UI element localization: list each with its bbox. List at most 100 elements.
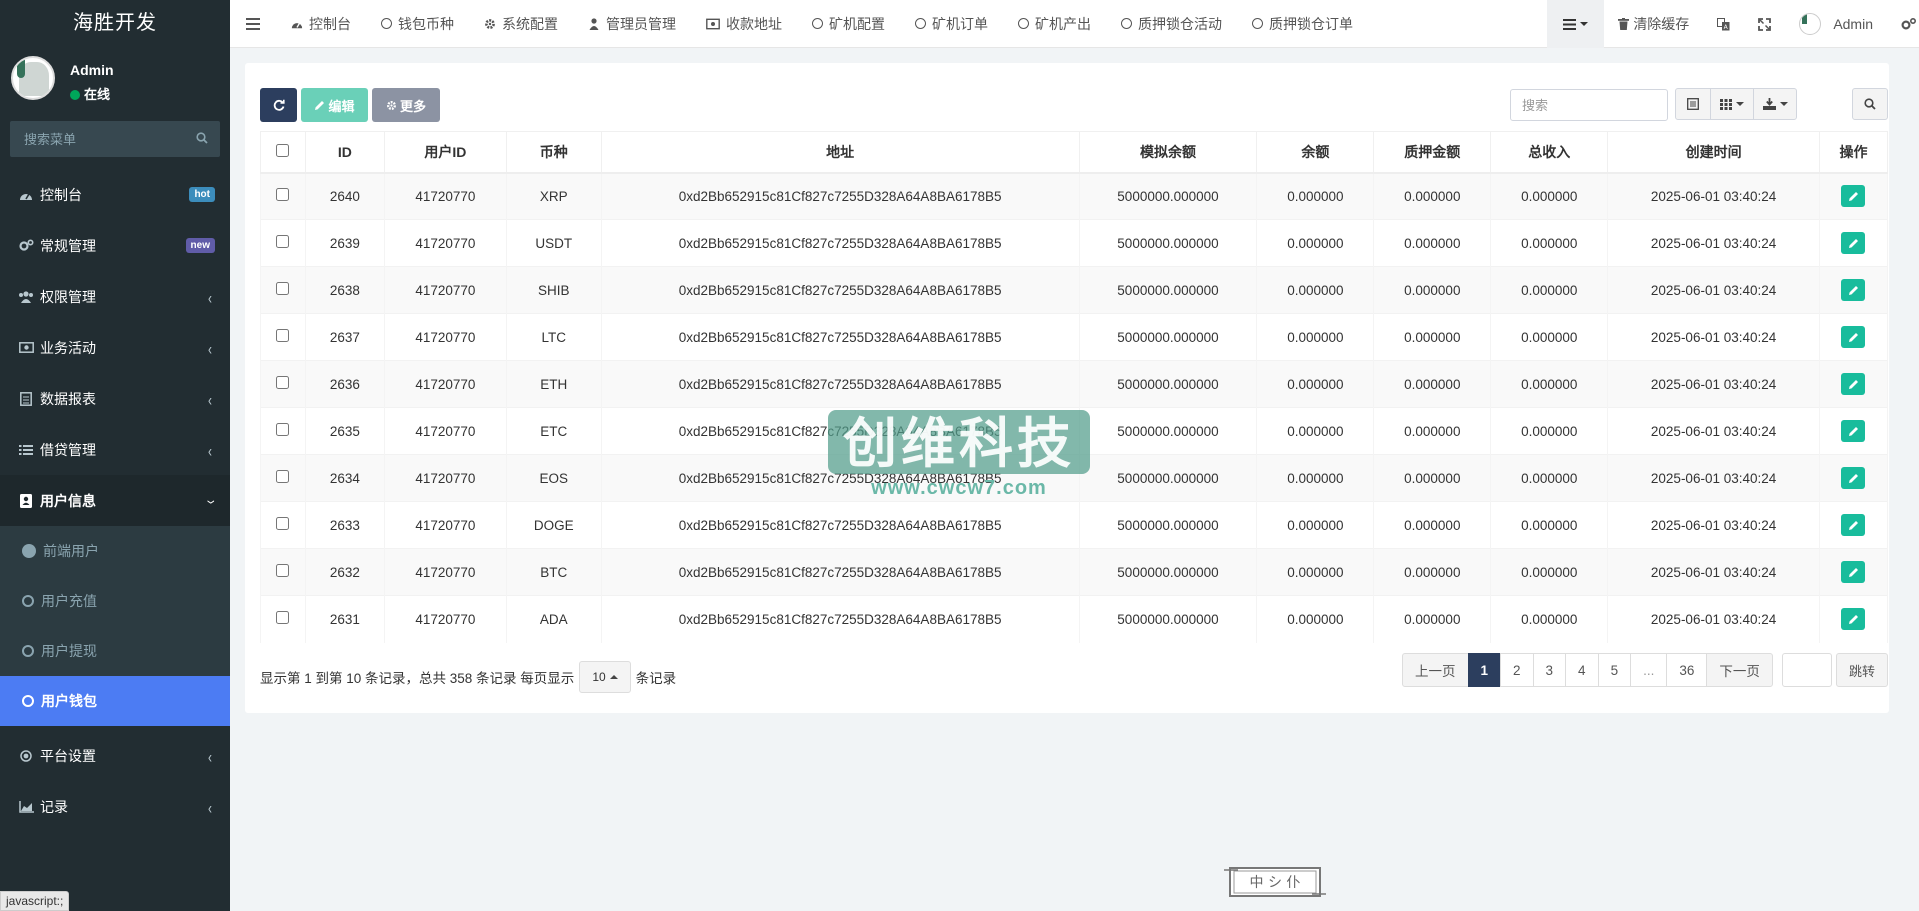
goto-page-button[interactable]: 跳转 bbox=[1836, 653, 1888, 687]
sidebar-item-user-recharge[interactable]: 用户充值 bbox=[0, 576, 230, 626]
nav-tab-miner-output[interactable]: 矿机产出 bbox=[1003, 0, 1106, 48]
row-checkbox[interactable] bbox=[276, 235, 290, 248]
row-edit-button[interactable] bbox=[1841, 420, 1866, 442]
table-row[interactable]: 2631 41720770 ADA 0xd2Bb652915c81Cf827c7255… bbox=[260, 595, 1889, 643]
nav-tab-label: 钱包币种 bbox=[398, 15, 454, 32]
row-checkbox[interactable] bbox=[276, 329, 290, 342]
page-button-3[interactable]: 3 bbox=[1532, 653, 1567, 687]
row-edit-button[interactable] bbox=[1841, 373, 1866, 395]
sidebar-item-dashboard[interactable]: 控制台 hot bbox=[0, 169, 230, 220]
table-row[interactable]: 2637 41720770 LTC 0xd2Bb652915c81Cf827c7255… bbox=[260, 313, 1889, 361]
col-header-address[interactable]: 地址 bbox=[600, 131, 1080, 174]
cell-total-income: 0.000000 bbox=[1490, 172, 1609, 220]
col-header-total-income[interactable]: 总收入 bbox=[1490, 131, 1609, 174]
table-row[interactable]: 2639 41720770 USDT 0xd2Bb652915c81Cf827c725… bbox=[260, 219, 1889, 267]
row-checkbox[interactable] bbox=[276, 564, 290, 577]
row-edit-button[interactable] bbox=[1841, 326, 1866, 348]
app-logo[interactable]: 海胜开发 bbox=[0, 0, 230, 48]
row-checkbox[interactable] bbox=[276, 611, 290, 625]
row-checkbox[interactable] bbox=[276, 423, 290, 436]
expand-icon bbox=[1758, 17, 1772, 31]
col-header-balance[interactable]: 余额 bbox=[1256, 131, 1375, 174]
refresh-button[interactable] bbox=[260, 88, 297, 122]
sidebar-item-records[interactable]: 记录 ‹ bbox=[0, 781, 230, 832]
next-page-button[interactable]: 下一页 bbox=[1706, 653, 1773, 687]
row-checkbox[interactable] bbox=[276, 188, 290, 202]
table-row[interactable]: 2638 41720770 SHIB 0xd2Bb652915c81Cf827c725… bbox=[260, 266, 1889, 314]
col-header-coin[interactable]: 币种 bbox=[505, 131, 602, 174]
table-row[interactable]: 2636 41720770 ETH 0xd2Bb652915c81Cf827c7255… bbox=[260, 360, 1889, 408]
nav-tab-dashboard[interactable]: 控制台 bbox=[276, 0, 366, 48]
sidebar-item-reports[interactable]: 数据报表 ‹ bbox=[0, 373, 230, 424]
sidebar-item-loans[interactable]: 借贷管理 ‹ bbox=[0, 424, 230, 475]
goto-page-input[interactable] bbox=[1782, 653, 1832, 687]
col-header-stake-amount[interactable]: 质押金额 bbox=[1373, 131, 1492, 174]
col-header-sim-balance[interactable]: 模拟余额 bbox=[1078, 131, 1258, 174]
settings-button[interactable] bbox=[1887, 0, 1919, 48]
sidebar-item-general[interactable]: 常规管理 new bbox=[0, 220, 230, 271]
row-edit-button[interactable] bbox=[1841, 561, 1866, 583]
page-button-1[interactable]: 1 bbox=[1467, 653, 1502, 687]
table-search-input[interactable] bbox=[1510, 89, 1668, 121]
col-header-user-id[interactable]: 用户ID bbox=[383, 131, 507, 174]
table-row[interactable]: 2633 41720770 DOGE 0xd2Bb652915c81Cf827c725… bbox=[260, 501, 1889, 549]
select-all-checkbox[interactable] bbox=[276, 143, 290, 157]
nav-tab-miner-orders[interactable]: 矿机订单 bbox=[900, 0, 1003, 48]
col-header-id[interactable]: ID bbox=[304, 131, 385, 174]
nav-tab-staking-activity[interactable]: 质押锁仓活动 bbox=[1106, 0, 1237, 48]
tabs-menu-dropdown[interactable] bbox=[1547, 0, 1605, 48]
sidebar-item-platform-settings[interactable]: 平台设置 ‹ bbox=[0, 730, 230, 781]
row-checkbox[interactable] bbox=[276, 282, 290, 295]
sidebar-item-frontend-users[interactable]: 前端用户 bbox=[0, 526, 230, 576]
cell-stake-amount: 0.000000 bbox=[1373, 407, 1492, 455]
nav-tab-miner-config[interactable]: 矿机配置 bbox=[797, 0, 900, 48]
cell-created-at: 2025-06-01 03:40:24 bbox=[1607, 454, 1820, 502]
cell-coin: ETH bbox=[505, 360, 602, 408]
columns-dropdown[interactable] bbox=[1710, 88, 1754, 120]
page-button-2[interactable]: 2 bbox=[1500, 653, 1534, 687]
toggle-view-button[interactable] bbox=[1675, 88, 1711, 120]
dashboard-icon bbox=[291, 22, 303, 28]
admin-user-menu[interactable]: Admin bbox=[1785, 0, 1887, 48]
row-edit-button[interactable] bbox=[1841, 185, 1866, 208]
nav-tab-wallet-coins[interactable]: 钱包币种 bbox=[366, 0, 469, 48]
nav-tab-payment-address[interactable]: 收款地址 bbox=[691, 0, 797, 48]
table-row[interactable]: 2632 41720770 BTC 0xd2Bb652915c81Cf827c7255… bbox=[260, 548, 1889, 596]
row-checkbox[interactable] bbox=[276, 376, 290, 389]
sidebar-search-input[interactable] bbox=[10, 121, 220, 157]
clear-cache-button[interactable]: 清除缓存 bbox=[1604, 0, 1703, 48]
sidebar-item-business[interactable]: 业务活动 ‹ bbox=[0, 322, 230, 373]
nav-tab-staking-orders[interactable]: 质押锁仓订单 bbox=[1237, 0, 1368, 48]
sidebar-item-user-withdraw[interactable]: 用户提现 bbox=[0, 626, 230, 676]
nav-tab-admin-management[interactable]: 管理员管理 bbox=[573, 0, 691, 48]
col-header-created-at[interactable]: 创建时间 bbox=[1607, 131, 1820, 174]
page-button-36[interactable]: 36 bbox=[1666, 653, 1708, 687]
language-button[interactable]: A bbox=[1703, 0, 1744, 48]
page-button-4[interactable]: 4 bbox=[1565, 653, 1599, 687]
search-icon[interactable] bbox=[196, 132, 208, 144]
prev-page-button[interactable]: 上一页 bbox=[1402, 653, 1469, 687]
page-button-5[interactable]: 5 bbox=[1597, 653, 1632, 687]
search-button[interactable] bbox=[1852, 88, 1888, 120]
row-edit-button[interactable] bbox=[1841, 232, 1866, 254]
table-row[interactable]: 2640 41720770 XRP 0xd2Bb652915c81Cf827c7255… bbox=[260, 172, 1889, 220]
row-checkbox[interactable] bbox=[276, 470, 290, 483]
page-size-dropdown[interactable]: 10 bbox=[579, 661, 631, 693]
nav-tab-system-config[interactable]: 系统配置 bbox=[469, 0, 573, 48]
sidebar-toggle-icon[interactable] bbox=[230, 0, 276, 48]
sidebar-item-user-info[interactable]: 用户信息 › bbox=[0, 475, 230, 526]
sidebar-item-user-wallet[interactable]: 用户钱包 bbox=[0, 676, 230, 726]
row-edit-button[interactable] bbox=[1841, 467, 1866, 489]
row-edit-button[interactable] bbox=[1841, 608, 1866, 631]
sidebar-item-permissions[interactable]: 权限管理 ‹ bbox=[0, 271, 230, 322]
row-edit-button[interactable] bbox=[1841, 279, 1866, 301]
table-row[interactable]: 2635 41720770 ETC 0xd2Bb652915c81Cf827c7255… bbox=[260, 407, 1889, 455]
fullscreen-button[interactable] bbox=[1744, 0, 1785, 48]
row-edit-button[interactable] bbox=[1841, 514, 1866, 536]
row-checkbox[interactable] bbox=[276, 517, 290, 530]
edit-button[interactable]: 编辑 bbox=[301, 88, 368, 122]
more-button[interactable]: 更多 bbox=[372, 88, 440, 122]
cell-total-income: 0.000000 bbox=[1490, 548, 1609, 596]
table-row[interactable]: 2634 41720770 EOS 0xd2Bb652915c81Cf827c7255… bbox=[260, 454, 1889, 502]
export-dropdown[interactable] bbox=[1753, 88, 1797, 120]
